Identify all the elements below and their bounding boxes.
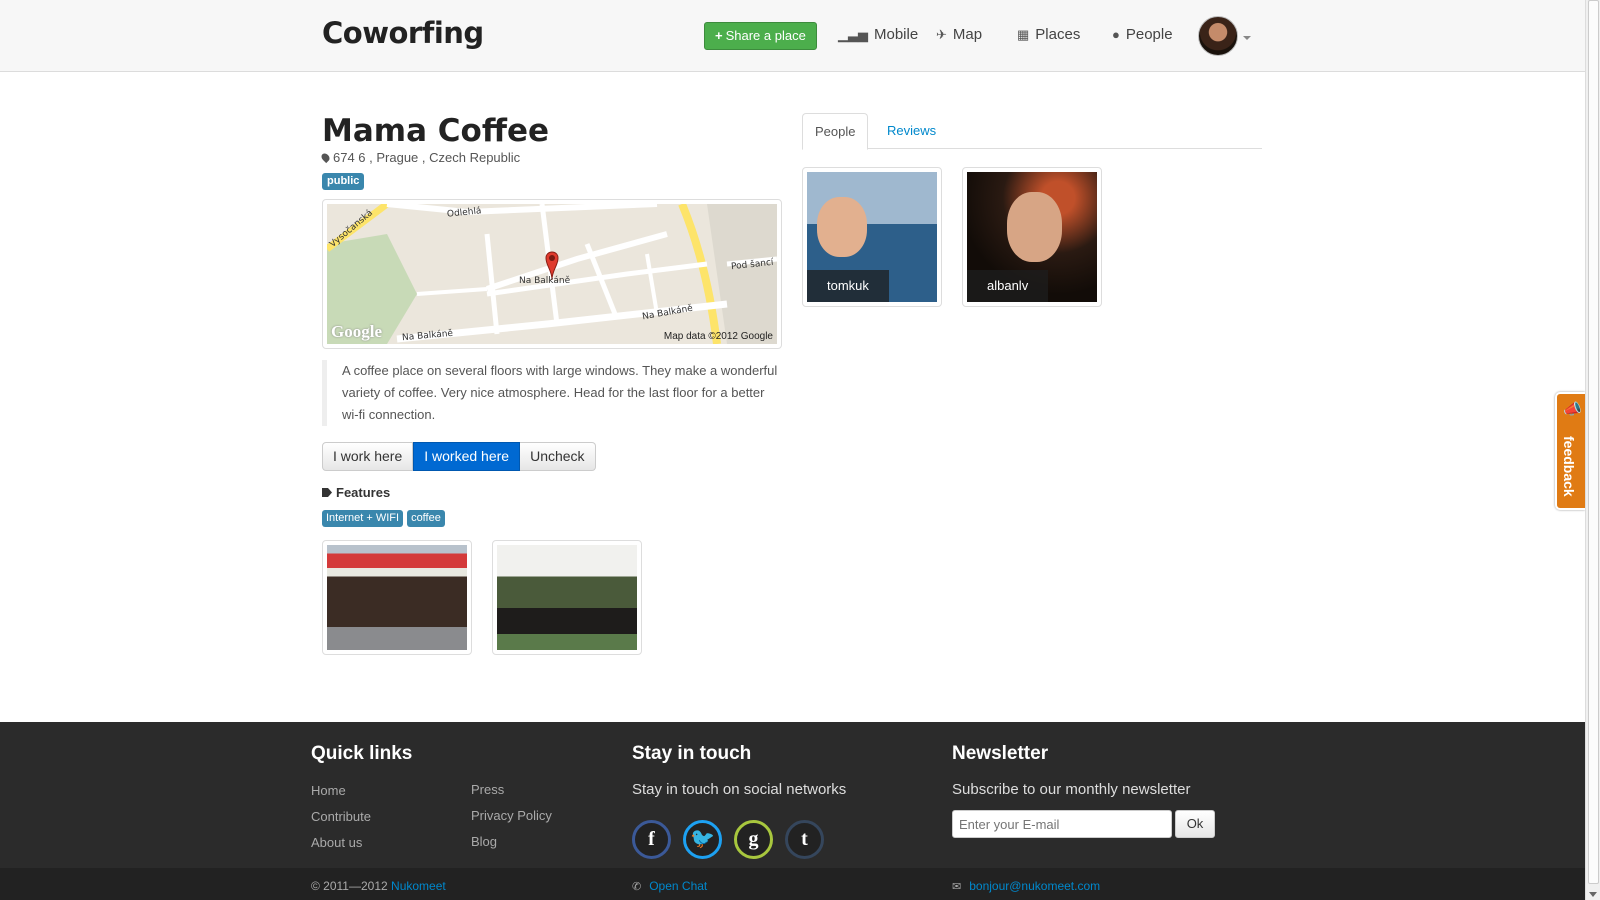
open-chat[interactable]: ✆ Open Chat xyxy=(632,879,707,893)
megaphone-icon: 📣 xyxy=(1563,400,1582,418)
stay-in-touch-heading: Stay in touch xyxy=(632,743,752,764)
map-credit[interactable]: Map data ©2012 Google xyxy=(664,331,773,342)
work-here-button[interactable]: I work here xyxy=(322,442,414,471)
place-photo[interactable] xyxy=(492,540,642,655)
feedback-tab[interactable]: 📣 feedback xyxy=(1555,392,1585,510)
footer-bottom-bar xyxy=(0,868,1585,900)
facebook-icon[interactable]: f xyxy=(632,820,671,859)
place-description: A coffee place on several floors with la… xyxy=(322,360,782,426)
plus-icon: + xyxy=(715,28,723,43)
nav-item-mobile[interactable]: ▁▃▅ Mobile xyxy=(838,26,918,43)
top-navbar: Coworfing + Share a place ▁▃▅ Mobile ✈ Map … xyxy=(0,0,1585,72)
user-icon: ● xyxy=(1112,27,1120,42)
chevron-down-icon[interactable] xyxy=(1243,36,1251,40)
nav-item-label: People xyxy=(1125,26,1173,43)
stay-in-touch-text: Stay in touch on social networks xyxy=(632,781,847,798)
footer-link-blog[interactable]: Blog xyxy=(471,834,497,849)
share-place-label: Share a place xyxy=(725,28,806,43)
signal-icon: ▁▃▅ xyxy=(838,27,868,42)
newsletter-email-input[interactable] xyxy=(952,810,1172,838)
share-place-button[interactable]: + Share a place xyxy=(704,22,817,50)
google-logo: Google xyxy=(331,322,382,341)
features-title-text: Features xyxy=(336,485,391,500)
page-title: Mama Coffee xyxy=(322,113,549,149)
map-icon: ✈ xyxy=(936,27,947,42)
place-address: 674 6 , Prague , Czech Republic xyxy=(319,150,521,165)
worked-here-button[interactable]: I worked here xyxy=(413,442,521,471)
email-link[interactable]: bonjour@nukomeet.com xyxy=(969,879,1100,893)
vertical-scrollbar[interactable] xyxy=(1585,0,1600,900)
feature-tag[interactable]: coffee xyxy=(407,510,445,527)
address-text: 674 6 , Prague , Czech Republic xyxy=(333,150,521,165)
street-label: Na Balkáně xyxy=(519,276,571,286)
place-photo-image xyxy=(327,545,467,650)
phone-icon: ✆ xyxy=(632,881,642,893)
nav-item-label: Mobile xyxy=(874,26,919,43)
people-reviews-tabs: People Reviews xyxy=(802,113,1262,150)
person-photo: albanlv xyxy=(967,172,1097,302)
tab-people[interactable]: People xyxy=(802,113,869,150)
scroll-down-icon[interactable] xyxy=(1589,892,1597,897)
person-face xyxy=(817,197,867,257)
twitter-icon[interactable]: 🐦 xyxy=(683,820,722,859)
newsletter-heading: Newsletter xyxy=(952,743,1049,764)
map-streets xyxy=(327,204,777,344)
brand-logo[interactable]: Coworfing xyxy=(322,16,484,50)
nav-item-label: Places xyxy=(1035,26,1081,43)
place-photo-image xyxy=(497,545,637,650)
envelope-icon: ✉ xyxy=(952,881,962,893)
map-canvas[interactable]: Odlehlá Vysočanská Na Balkáně Pod šancí … xyxy=(327,204,777,344)
nav-item-label: Map xyxy=(952,26,983,43)
company-link[interactable]: Nukomeet xyxy=(391,879,446,893)
tags-icon xyxy=(322,488,332,497)
person-name: albanlv xyxy=(967,270,1049,302)
user-avatar[interactable] xyxy=(1198,16,1238,56)
person-name: tomkuk xyxy=(807,270,889,302)
nav-item-map[interactable]: ✈ Map xyxy=(936,26,982,43)
person-card[interactable]: albanlv xyxy=(962,167,1102,307)
feature-tag[interactable]: Internet + WIFI xyxy=(322,510,404,527)
person-card[interactable]: tomkuk xyxy=(802,167,942,307)
tab-reviews[interactable]: Reviews xyxy=(875,113,948,150)
person-photo: tomkuk xyxy=(807,172,937,302)
place-photo[interactable] xyxy=(322,540,472,655)
tumblr-icon[interactable]: t xyxy=(785,820,824,859)
status-badge: public xyxy=(322,173,365,190)
copyright-text: © 2011—2012 xyxy=(311,879,388,893)
newsletter-ok-button[interactable]: Ok xyxy=(1175,810,1215,838)
feature-tags: Internet + WIFI coffee xyxy=(322,510,445,527)
contact-email[interactable]: ✉ bonjour@nukomeet.com xyxy=(952,879,1100,893)
place-map[interactable]: Odlehlá Vysočanská Na Balkáně Pod šancí … xyxy=(322,199,782,349)
nav-item-people[interactable]: ● People xyxy=(1112,26,1173,43)
footer-link-contribute[interactable]: Contribute xyxy=(311,809,371,824)
features-heading: Features xyxy=(322,485,390,500)
newsletter-text: Subscribe to our monthly newsletter xyxy=(952,781,1191,798)
footer-link-home[interactable]: Home xyxy=(311,783,346,798)
open-chat-link[interactable]: Open Chat xyxy=(649,879,707,893)
grid-icon: ▦ xyxy=(1017,27,1030,42)
footer-link-about[interactable]: About us xyxy=(311,835,362,850)
map-marker-icon xyxy=(319,151,332,164)
google-icon[interactable]: g xyxy=(734,820,773,859)
nav-item-places[interactable]: ▦ Places xyxy=(1017,26,1080,43)
footer-link-press[interactable]: Press xyxy=(471,782,504,797)
copyright: © 2011—2012 Nukomeet xyxy=(311,879,446,893)
footer-link-privacy[interactable]: Privacy Policy xyxy=(471,808,552,823)
checkin-button-group: I work here I worked here Uncheck xyxy=(322,442,596,471)
scrollbar-thumb[interactable] xyxy=(1588,0,1599,884)
feedback-label: feedback xyxy=(1561,436,1577,497)
uncheck-button[interactable]: Uncheck xyxy=(520,442,596,471)
quick-links-heading: Quick links xyxy=(311,743,413,764)
person-face xyxy=(1007,192,1062,262)
